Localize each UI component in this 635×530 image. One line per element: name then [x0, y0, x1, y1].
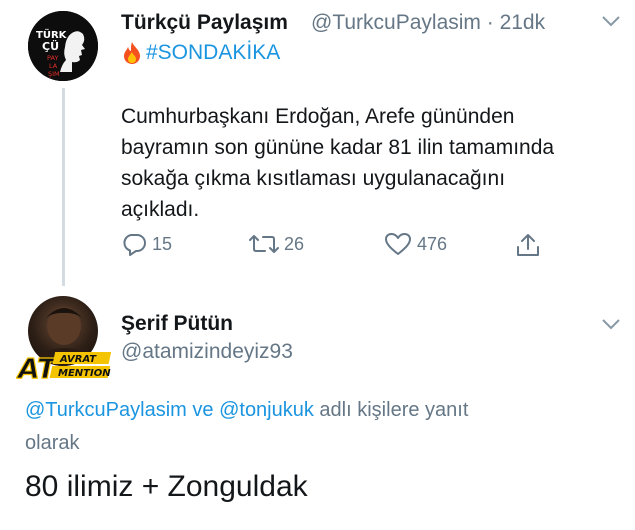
avatar-logo: TÜRK ÇÜ PAY LA ŞIM [28, 11, 98, 81]
heart-icon [384, 232, 412, 256]
reply-count: 15 [152, 233, 173, 254]
avatar-badge: AT AVRAT MENTION [15, 348, 116, 385]
tweet-text: 80 ilimiz + Zonguldak [25, 470, 308, 503]
svg-text:MENTION: MENTION [58, 368, 111, 379]
tweet-text-line: bayramın son gününe kadar 81 ilin tamamı… [121, 136, 555, 159]
svg-text:ŞIM: ŞIM [48, 70, 60, 78]
avatar[interactable]: TÜRK ÇÜ PAY LA ŞIM [28, 11, 98, 81]
retweet-count: 26 [284, 233, 305, 254]
chevron-down-icon[interactable] [600, 316, 622, 332]
share-icon [515, 232, 541, 258]
reply-suffix: adlı kişilere yanıt [313, 399, 469, 421]
reply-context-line-2: olarak [25, 432, 80, 454]
chevron-down-icon[interactable] [600, 13, 622, 29]
retweet-icon [249, 232, 279, 256]
tweet-text: Cumhurbaşkanı Erdoğan, Arefe gününden ba… [121, 101, 621, 225]
fire-icon [121, 41, 143, 65]
like-button[interactable]: 476 [384, 232, 447, 256]
display-name[interactable]: Türkçü Paylaşım [121, 11, 288, 35]
svg-text:ÇÜ: ÇÜ [42, 39, 59, 53]
tweet-text-line: sokağa çıkma kısıtlaması uygulanacağını [121, 167, 506, 190]
svg-text:LA: LA [49, 62, 58, 70]
retweet-button[interactable]: 26 [249, 232, 304, 256]
svg-text:AVRAT: AVRAT [59, 354, 97, 365]
display-name[interactable]: Şerif Pütün [121, 312, 233, 336]
reply-context-line: @TurkcuPaylasim ve @tonjukuk adlı kişile… [25, 394, 585, 427]
svg-text:PAY: PAY [47, 54, 58, 62]
handle-and-time[interactable]: @TurkcuPaylasim · 21dk [311, 11, 545, 35]
mention-link[interactable]: @TurkcuPaylasim [25, 399, 187, 421]
thread-line [62, 88, 65, 286]
tweet-text-line: açıkladı. [121, 198, 200, 221]
reply-icon [121, 232, 147, 256]
like-count: 476 [417, 233, 448, 254]
handle[interactable]: @atamizindeyiz93 [121, 340, 293, 364]
hashtag-line: #SONDAKİKA [121, 41, 280, 65]
tweet-text-line: Cumhurbaşkanı Erdoğan, Arefe gününden [121, 105, 515, 128]
reply-context: @TurkcuPaylasim ve @tonjukuk adlı kişile… [25, 394, 585, 460]
reply-and: ve [186, 399, 220, 421]
hashtag-link[interactable]: #SONDAKİKA [146, 41, 280, 65]
reply-button[interactable]: 15 [121, 232, 172, 256]
svg-text:TÜRK: TÜRK [36, 27, 68, 41]
mention-link[interactable]: @tonjukuk [219, 399, 314, 421]
share-button[interactable] [515, 232, 541, 258]
